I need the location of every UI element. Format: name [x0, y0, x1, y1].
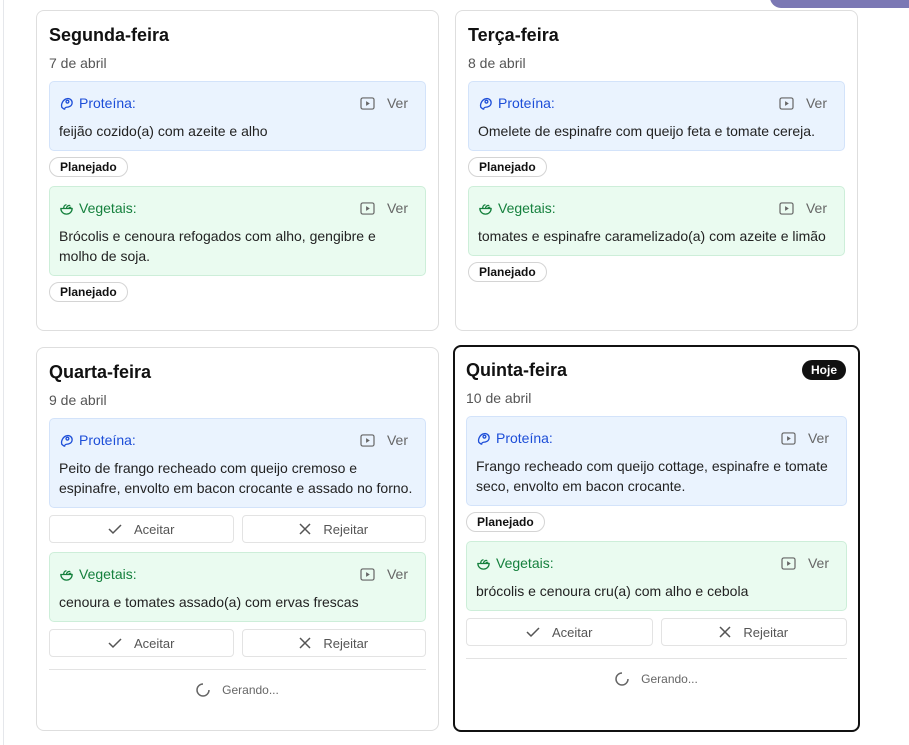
protein-icon: [60, 97, 73, 110]
vegetable-meal: Vegetais: Ver tomates e espinafre carame…: [468, 186, 845, 256]
protein-actions: Aceitar Rejeitar: [49, 515, 426, 543]
vegetable-meal: Vegetais: Ver cenoura e tomates assado(a…: [49, 552, 426, 622]
close-icon: [299, 637, 311, 649]
view-recipe-button[interactable]: Ver: [360, 432, 416, 448]
view-recipe-button[interactable]: Ver: [781, 555, 837, 571]
close-icon: [719, 626, 731, 638]
protein-label: Proteína:: [478, 95, 555, 111]
video-icon: [360, 567, 375, 581]
view-recipe-button[interactable]: Ver: [779, 95, 835, 111]
check-icon: [108, 524, 122, 535]
reject-button[interactable]: Rejeitar: [241, 515, 426, 543]
today-badge: Hoje: [801, 360, 846, 380]
protein-label: Proteína:: [476, 430, 553, 446]
protein-label: Proteína:: [59, 95, 136, 111]
video-icon: [360, 433, 375, 447]
day-card-thursday: Hoje Quinta-feira 10 de abril Proteína: …: [453, 345, 860, 732]
salad-icon: [477, 558, 490, 570]
vegetable-actions: Aceitar Rejeitar: [466, 618, 847, 646]
video-icon: [360, 96, 375, 110]
vegetable-description: Brócolis e cenoura refogados com alho, g…: [59, 228, 376, 264]
view-recipe-button[interactable]: Ver: [360, 95, 416, 111]
view-recipe-button[interactable]: Ver: [360, 200, 416, 216]
vegetable-meal: Vegetais: Ver brócolis e cenoura cru(a) …: [466, 541, 847, 611]
video-icon: [781, 431, 796, 445]
video-icon: [781, 556, 796, 570]
day-date: 9 de abril: [49, 392, 107, 408]
vegetable-label: Vegetais:: [59, 200, 137, 216]
status-badge: Planejado: [49, 282, 128, 302]
protein-description: Omelete de espinafre com queijo feta e t…: [478, 123, 815, 139]
vegetable-label: Vegetais:: [476, 555, 554, 571]
video-icon: [779, 201, 794, 215]
protein-meal: Proteína: Ver Peito de frango recheado c…: [49, 418, 426, 508]
day-title: Terça-feira: [468, 25, 559, 45]
accept-button[interactable]: Aceitar: [466, 618, 653, 646]
check-icon: [526, 627, 540, 638]
protein-label: Proteína:: [59, 432, 136, 448]
protein-description: Peito de frango recheado com queijo crem…: [59, 460, 413, 496]
day-date: 7 de abril: [49, 55, 107, 71]
view-recipe-button[interactable]: Ver: [360, 566, 416, 582]
protein-meal: Proteína: Ver feijão cozido(a) com azeit…: [49, 81, 426, 151]
video-icon: [779, 96, 794, 110]
vegetable-actions: Aceitar Rejeitar: [49, 629, 426, 657]
status-badge: Planejado: [466, 512, 545, 532]
vegetable-label: Vegetais:: [478, 200, 556, 216]
protein-meal: Proteína: Ver Omelete de espinafre com q…: [468, 81, 845, 151]
protein-description: feijão cozido(a) com azeite e alho: [59, 123, 268, 139]
vegetable-meal: Vegetais: Ver Brócolis e cenoura refogad…: [49, 186, 426, 276]
vegetable-label: Vegetais:: [59, 566, 137, 582]
accept-button[interactable]: Aceitar: [49, 629, 234, 657]
page-left-border: [3, 0, 4, 745]
salad-icon: [60, 569, 73, 581]
reject-button[interactable]: Rejeitar: [660, 618, 847, 646]
salad-icon: [60, 203, 73, 215]
generating-indicator: Gerando...: [466, 659, 847, 699]
status-badge: Planejado: [468, 262, 547, 282]
salad-icon: [479, 203, 492, 215]
accept-button[interactable]: Aceitar: [49, 515, 234, 543]
day-date: 8 de abril: [468, 55, 526, 71]
top-right-floating-button[interactable]: [770, 0, 909, 8]
view-recipe-button[interactable]: Ver: [781, 430, 837, 446]
protein-icon: [477, 432, 490, 445]
day-card-monday: Segunda-feira 7 de abril Proteína: Ver f…: [36, 10, 439, 331]
spinner-icon: [615, 672, 629, 686]
vegetable-description: tomates e espinafre caramelizado(a) com …: [478, 228, 826, 244]
day-date: 10 de abril: [466, 390, 532, 406]
day-title: Segunda-feira: [49, 25, 170, 45]
reject-button[interactable]: Rejeitar: [241, 629, 426, 657]
generating-indicator: Gerando...: [49, 670, 426, 710]
view-recipe-button[interactable]: Ver: [779, 200, 835, 216]
day-card-wednesday: Quarta-feira 9 de abril Proteína: Ver Pe…: [36, 347, 439, 731]
protein-description: Frango recheado com queijo cottage, espi…: [476, 458, 828, 494]
protein-meal: Proteína: Ver Frango recheado com queijo…: [466, 416, 847, 506]
vegetable-description: cenoura e tomates assado(a) com ervas fr…: [59, 594, 359, 610]
close-icon: [299, 523, 311, 535]
check-icon: [108, 638, 122, 649]
vegetable-description: brócolis e cenoura cru(a) com alho e ceb…: [476, 583, 749, 599]
spinner-icon: [196, 683, 210, 697]
protein-icon: [479, 97, 492, 110]
protein-icon: [60, 434, 73, 447]
day-title: Quarta-feira: [49, 362, 152, 382]
status-badge: Planejado: [49, 157, 128, 177]
video-icon: [360, 201, 375, 215]
day-card-tuesday: Terça-feira 8 de abril Proteína: Ver Ome…: [455, 10, 858, 331]
status-badge: Planejado: [468, 157, 547, 177]
day-title: Quinta-feira: [466, 360, 568, 380]
